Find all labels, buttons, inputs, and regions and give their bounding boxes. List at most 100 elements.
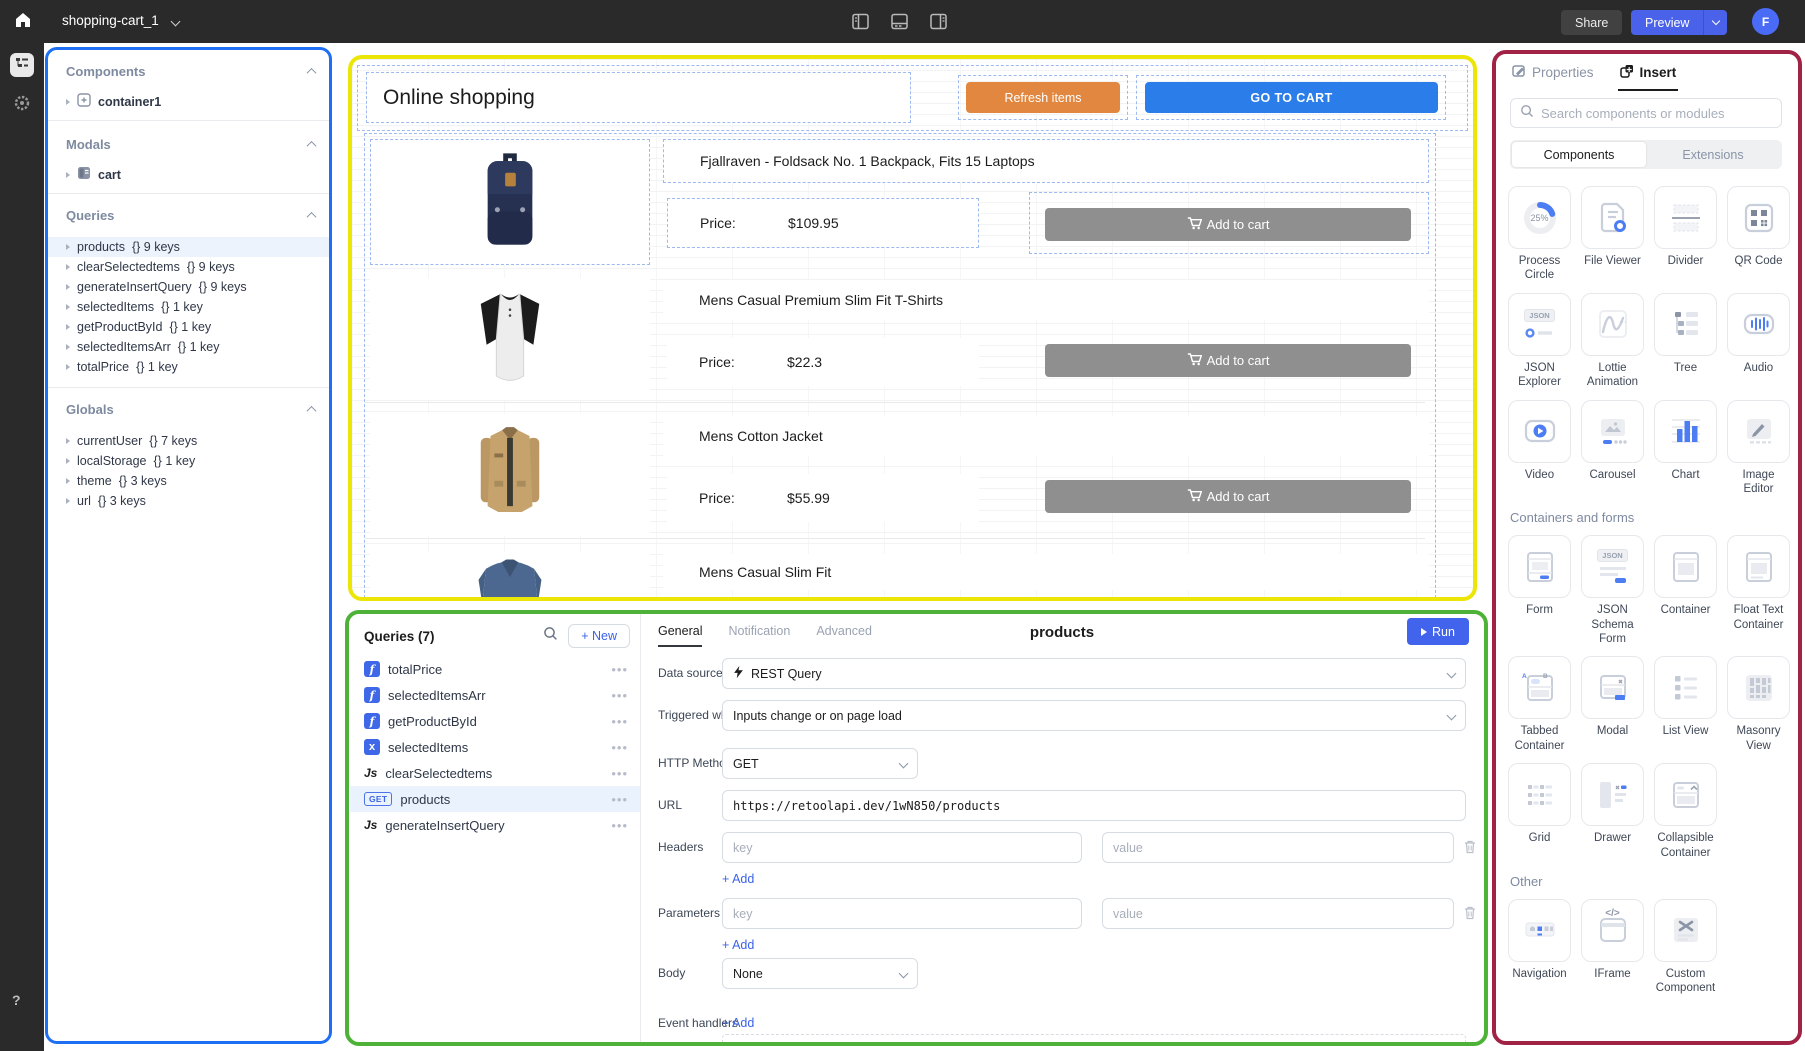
sidebar-item-cart[interactable]: cart — [66, 162, 315, 187]
more-options-icon[interactable]: ••• — [611, 792, 628, 807]
preview-dropdown-button[interactable] — [1703, 10, 1727, 35]
modals-section-header[interactable]: Modals — [66, 137, 315, 152]
component-card-tabbed-container[interactable]: A B Tabbed Container — [1508, 656, 1571, 753]
product-price-cell[interactable]: Price: $55.99 — [667, 474, 979, 522]
header-value-input[interactable] — [1102, 832, 1454, 863]
more-options-icon[interactable]: ••• — [611, 766, 628, 781]
more-options-icon[interactable]: ••• — [611, 740, 628, 755]
component-card-qr-code[interactable]: QR Code — [1727, 186, 1790, 283]
expand-caret-icon[interactable] — [66, 99, 70, 105]
expand-caret-icon[interactable] — [66, 244, 70, 250]
component-card-masonry-view[interactable]: Masonry View — [1727, 656, 1790, 753]
component-card-collapsible-container[interactable]: Collapsible Container — [1654, 763, 1717, 860]
expand-caret-icon[interactable] — [66, 304, 70, 310]
expand-caret-icon[interactable] — [66, 172, 70, 178]
header-key-input[interactable] — [722, 832, 1082, 863]
url-input[interactable]: https://retoolapi.dev/1wN850/products — [722, 790, 1466, 821]
query-row-selectedItemsArr[interactable]: fselectedItemsArr••• — [350, 682, 640, 708]
user-avatar[interactable]: F — [1752, 8, 1779, 35]
method-select[interactable]: GET — [722, 748, 918, 779]
product-image-cell[interactable] — [370, 278, 650, 400]
more-options-icon[interactable]: ••• — [611, 662, 628, 677]
product-image-cell[interactable] — [370, 552, 650, 597]
product-row[interactable]: Mens Casual Slim Fit — [365, 546, 1437, 597]
component-card-custom-component[interactable]: Custom Component — [1654, 899, 1717, 996]
expand-caret-icon[interactable] — [66, 264, 70, 270]
trash-icon[interactable] — [1464, 840, 1476, 859]
more-options-icon[interactable]: ••• — [611, 818, 628, 833]
component-card-json-explorer[interactable]: JSON JSON Explorer — [1508, 293, 1571, 390]
component-card-grid[interactable]: Grid — [1508, 763, 1571, 860]
tab-properties[interactable]: Properties — [1512, 64, 1594, 81]
component-card-carousel[interactable]: Carousel — [1581, 400, 1644, 497]
product-image-cell[interactable] — [370, 139, 650, 265]
app-title-component[interactable]: Online shopping — [366, 72, 911, 123]
add-parameter-link[interactable]: + Add — [722, 938, 754, 952]
parameter-value-input[interactable] — [1102, 898, 1454, 929]
sidebar-global-url[interactable]: url{} 3 keys — [48, 491, 329, 511]
product-price-cell[interactable]: Price: $22.3 — [667, 338, 979, 386]
component-card-float-text-container[interactable]: Float Text Container — [1727, 535, 1790, 646]
query-row-generateInsertQuery[interactable]: JsgenerateInsertQuery••• — [350, 812, 640, 838]
help-button[interactable]: ? — [12, 992, 21, 1008]
more-options-icon[interactable]: ••• — [611, 714, 628, 729]
component-card-file-viewer[interactable]: File Viewer — [1581, 186, 1644, 283]
query-row-products[interactable]: GETproducts••• — [350, 786, 640, 812]
toggle-bottom-panel-icon[interactable] — [891, 13, 908, 35]
components-section-header[interactable]: Components — [66, 64, 315, 79]
product-image-cell[interactable] — [370, 414, 650, 536]
expand-caret-icon[interactable] — [66, 344, 70, 350]
query-row-totalPrice[interactable]: ftotalPrice••• — [350, 656, 640, 682]
sidebar-query-selectedItemsArr[interactable]: selectedItemsArr{} 1 key — [48, 337, 329, 357]
tab-notification[interactable]: Notification — [728, 624, 790, 638]
expand-caret-icon[interactable] — [66, 458, 70, 464]
new-query-button[interactable]: + New — [568, 624, 630, 648]
tab-advanced[interactable]: Advanced — [816, 624, 872, 638]
share-button[interactable]: Share — [1561, 10, 1622, 35]
more-options-icon[interactable]: ••• — [611, 688, 628, 703]
component-card-video[interactable]: Video — [1508, 400, 1571, 497]
component-card-list-view[interactable]: List View — [1654, 656, 1717, 753]
component-card-image-editor[interactable]: Image Editor — [1727, 400, 1790, 497]
sidebar-query-generateInsertQuery[interactable]: generateInsertQuery{} 9 keys — [48, 277, 329, 297]
expand-caret-icon[interactable] — [66, 284, 70, 290]
sidebar-query-totalPrice[interactable]: totalPrice{} 1 key — [48, 357, 329, 377]
component-search[interactable] — [1510, 98, 1782, 128]
add-header-link[interactable]: + Add — [722, 872, 754, 886]
go-to-cart-button[interactable]: GO TO CART — [1145, 82, 1438, 113]
sidebar-query-getProductById[interactable]: getProductById{} 1 key — [48, 317, 329, 337]
sidebar-query-clearSelectedtems[interactable]: clearSelectedtems{} 9 keys — [48, 257, 329, 277]
settings-nav-button[interactable] — [12, 95, 32, 115]
add-event-handler-link[interactable]: + Add — [722, 1016, 754, 1030]
home-button[interactable] — [8, 7, 38, 37]
data-source-select[interactable]: REST Query — [722, 658, 1466, 689]
component-card-drawer[interactable]: Drawer — [1581, 763, 1644, 860]
tab-general[interactable]: General — [658, 624, 702, 638]
query-row-clearSelectedtems[interactable]: JsclearSelectedtems••• — [350, 760, 640, 786]
expand-caret-icon[interactable] — [66, 498, 70, 504]
tab-insert[interactable]: Insert — [1620, 64, 1677, 81]
trigger-select[interactable]: Inputs change or on page load — [722, 700, 1466, 731]
globals-section-header[interactable]: Globals — [66, 402, 315, 417]
component-card-tree[interactable]: Tree — [1654, 293, 1717, 390]
product-name[interactable]: Mens Casual Slim Fit — [663, 554, 1429, 590]
refresh-items-button[interactable]: Refresh items — [966, 82, 1120, 113]
product-row[interactable]: Fjallraven - Foldsack No. 1 Backpack, Fi… — [365, 134, 1437, 270]
run-query-button[interactable]: Run — [1407, 618, 1469, 645]
component-card-container[interactable]: Container — [1654, 535, 1717, 646]
sidebar-global-theme[interactable]: theme{} 3 keys — [48, 471, 329, 491]
component-card-lottie-animation[interactable]: Lottie Animation — [1581, 293, 1644, 390]
trash-icon[interactable] — [1464, 906, 1476, 925]
sidebar-query-selectedItems[interactable]: selectedItems{} 1 key — [48, 297, 329, 317]
app-canvas[interactable]: Online shopping Refresh items GO TO CART… — [352, 59, 1473, 597]
component-card-navigation[interactable]: Navigation — [1508, 899, 1571, 996]
product-name[interactable]: Fjallraven - Foldsack No. 1 Backpack, Fi… — [663, 139, 1429, 183]
component-card-json-schema-form[interactable]: JSON JSON Schema Form — [1581, 535, 1644, 646]
sidebar-query-products[interactable]: products{} 9 keys — [48, 237, 329, 257]
query-row-selectedItems[interactable]: xselectedItems••• — [350, 734, 640, 760]
component-card-form[interactable]: Form — [1508, 535, 1571, 646]
expand-caret-icon[interactable] — [66, 478, 70, 484]
sidebar-global-currentUser[interactable]: currentUser{} 7 keys — [48, 431, 329, 451]
sidebar-global-localStorage[interactable]: localStorage{} 1 key — [48, 451, 329, 471]
expand-caret-icon[interactable] — [66, 324, 70, 330]
